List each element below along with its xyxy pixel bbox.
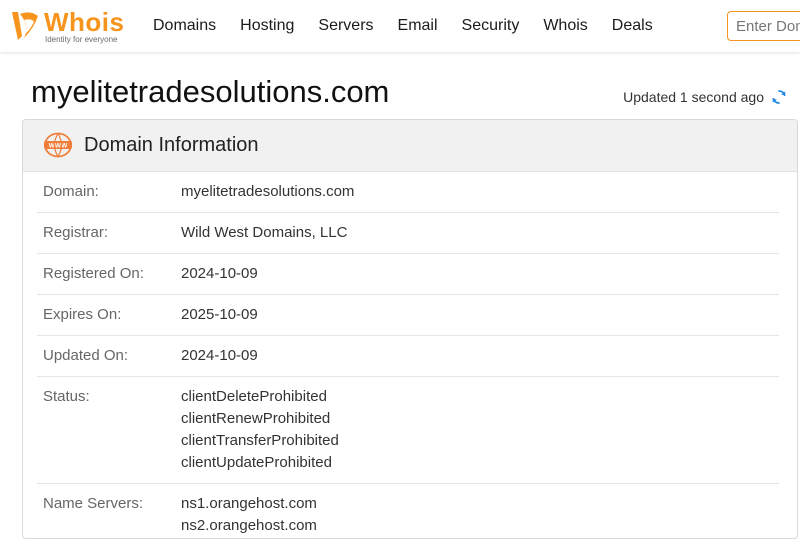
nav-item-servers[interactable]: Servers <box>318 17 373 35</box>
value-line: 2024-10-09 <box>181 347 258 364</box>
row-label: Expires On: <box>43 306 122 323</box>
table-row: Name Servers: ns1.orangehost.com ns2.ora… <box>37 484 779 538</box>
nav-item-security[interactable]: Security <box>462 17 520 35</box>
row-value: ns1.orangehost.com ns2.orangehost.com <box>181 493 317 537</box>
row-value: myelitetradesolutions.com <box>181 181 354 203</box>
nav-item-hosting[interactable]: Hosting <box>240 17 294 35</box>
row-label: Registered On: <box>43 265 144 282</box>
value-line: clientTransferProhibited <box>181 432 339 449</box>
nav-item-whois[interactable]: Whois <box>543 17 587 35</box>
svg-text:WWW: WWW <box>49 143 68 150</box>
row-label: Domain: <box>43 183 99 200</box>
page-title: myelitetradesolutions.com <box>31 74 390 109</box>
value-line: Wild West Domains, LLC <box>181 224 348 241</box>
domain-information-card: WWW Domain Information Domain: myelitetr… <box>22 119 798 539</box>
table-row: Registrar: Wild West Domains, LLC <box>37 213 779 254</box>
top-navigation-bar: Whois Identity for everyone Domains Host… <box>0 0 800 52</box>
card-header: WWW Domain Information <box>23 120 797 172</box>
domain-search-input[interactable] <box>727 11 800 41</box>
table-row: Status: clientDeleteProhibited clientRen… <box>37 377 779 484</box>
value-line: clientUpdateProhibited <box>181 454 332 471</box>
row-value: 2024-10-09 <box>181 263 258 285</box>
updated-status: Updated 1 second ago <box>623 88 788 106</box>
main-nav: Domains Hosting Servers Email Security W… <box>141 0 665 52</box>
row-value: 2025-10-09 <box>181 304 258 326</box>
row-label: Updated On: <box>43 347 129 364</box>
value-line: clientDeleteProhibited <box>181 388 327 405</box>
table-row: Expires On: 2025-10-09 <box>37 295 779 336</box>
card-title: Domain Information <box>84 134 259 156</box>
value-line: ns2.orangehost.com <box>181 517 317 534</box>
nav-item-deals[interactable]: Deals <box>612 17 653 35</box>
value-line: 2025-10-09 <box>181 306 258 323</box>
value-line: ns1.orangehost.com <box>181 495 317 512</box>
logo-wordmark: Whois <box>44 7 125 37</box>
whois-logo[interactable]: Whois Identity for everyone <box>8 6 128 46</box>
logo-mark-icon <box>12 12 38 40</box>
www-icon: WWW <box>44 132 72 158</box>
row-value: Wild West Domains, LLC <box>181 222 347 244</box>
table-row: Updated On: 2024-10-09 <box>37 336 779 377</box>
value-line: 2024-10-09 <box>181 265 258 282</box>
value-line: myelitetradesolutions.com <box>181 183 355 200</box>
domain-info-table: Domain: myelitetradesolutions.com Regist… <box>37 172 779 538</box>
value-line: clientRenewProhibited <box>181 410 331 427</box>
table-row: Domain: myelitetradesolutions.com <box>37 172 779 213</box>
logo-tagline: Identity for everyone <box>45 35 118 44</box>
row-label: Name Servers: <box>43 495 144 512</box>
table-row: Registered On: 2024-10-09 <box>37 254 779 295</box>
row-value: clientDeleteProhibited clientRenewProhib… <box>181 386 339 474</box>
row-value: 2024-10-09 <box>181 345 258 367</box>
nav-item-email[interactable]: Email <box>398 17 438 35</box>
updated-text: Updated 1 second ago <box>623 89 764 105</box>
nav-item-domains[interactable]: Domains <box>153 17 216 35</box>
row-label: Status: <box>43 388 90 405</box>
row-label: Registrar: <box>43 224 109 241</box>
refresh-icon[interactable] <box>770 88 788 106</box>
